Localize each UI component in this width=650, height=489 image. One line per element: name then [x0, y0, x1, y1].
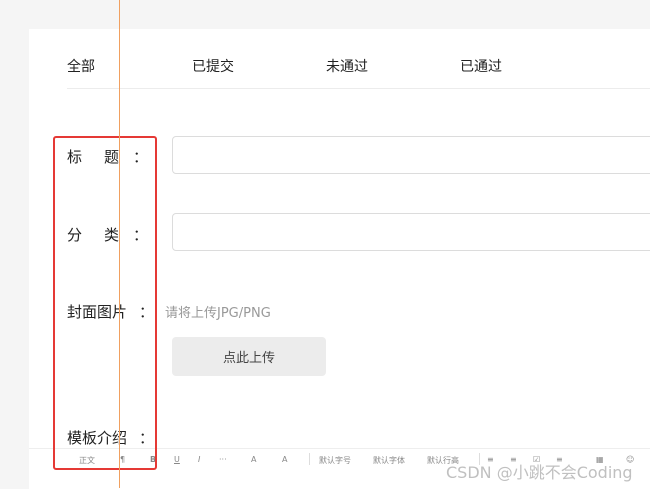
toolbar-divider: [309, 453, 310, 465]
upload-button[interactable]: 点此上传: [172, 337, 326, 376]
title-label-colon: ：: [133, 148, 149, 166]
toolbar-format-icon[interactable]: ¶: [120, 455, 125, 464]
category-label-text: 分类: [67, 226, 142, 244]
content-card: 全部 已提交 未通过 已通过 标题 ： 分类 ： 封面图片 ： 请将上传JPG/…: [29, 29, 650, 488]
toolbar-emoji-icon[interactable]: ☺: [626, 455, 634, 464]
cover-image-label-text: 封面图片: [67, 303, 128, 321]
category-label-colon: ：: [133, 226, 149, 244]
template-intro-label-colon: ：: [139, 429, 155, 447]
title-input[interactable]: [172, 136, 650, 174]
rich-text-toolbar: 正文 ¶ B U I ··· A A 默认字号 默认字体 默认行高 ≡ ≡ ☑ …: [29, 448, 650, 489]
toolbar-font-color-icon[interactable]: A: [251, 455, 256, 464]
toolbar-ordered-list-icon[interactable]: ≡: [510, 455, 517, 464]
category-input[interactable]: [172, 213, 650, 251]
toolbar-checklist-icon[interactable]: ☑: [533, 455, 540, 464]
template-intro-label-text: 模板介绍: [67, 429, 128, 447]
title-label: 标题 ：: [67, 146, 148, 167]
toolbar-bold-icon[interactable]: B: [150, 455, 156, 464]
toolbar-table-icon[interactable]: ▦: [596, 455, 604, 464]
tab-all[interactable]: 全部: [67, 56, 95, 76]
toolbar-paragraph-style[interactable]: 正文: [79, 455, 95, 466]
toolbar-divider: [479, 453, 480, 465]
toolbar-font-family-select[interactable]: 默认字体: [373, 455, 405, 466]
toolbar-align-icon[interactable]: ≡: [556, 455, 563, 464]
toolbar-italic-icon[interactable]: I: [198, 455, 200, 464]
toolbar-list-icon[interactable]: ≡: [487, 455, 494, 464]
tab-approved[interactable]: 已通过: [460, 56, 502, 76]
toolbar-line-height-select[interactable]: 默认行高: [427, 455, 459, 466]
template-intro-label: 模板介绍 ：: [67, 427, 154, 448]
cover-upload-hint: 请将上传JPG/PNG: [165, 306, 271, 321]
toolbar-more-icon[interactable]: ···: [219, 455, 227, 464]
toolbar-underline-icon[interactable]: U: [174, 455, 180, 464]
cover-image-label: 封面图片 ：: [67, 301, 154, 322]
cover-image-label-colon: ：: [139, 303, 155, 321]
toolbar-highlight-icon[interactable]: A: [282, 455, 287, 464]
status-tabs: 全部 已提交 未通过 已通过: [67, 56, 650, 89]
tab-submitted[interactable]: 已提交: [192, 56, 234, 76]
category-label: 分类 ：: [67, 224, 148, 245]
toolbar-font-size-select[interactable]: 默认字号: [319, 455, 351, 466]
tab-rejected[interactable]: 未通过: [326, 56, 368, 76]
title-label-text: 标题: [67, 148, 142, 166]
